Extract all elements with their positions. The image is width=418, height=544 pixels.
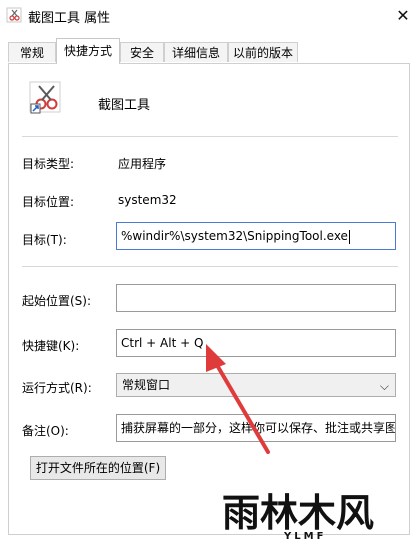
watermark-glyphs: 雨林木风 YLMF xyxy=(222,491,374,542)
close-button[interactable]: ✕ xyxy=(388,0,418,30)
chevron-down-icon: ⌵ xyxy=(379,379,389,393)
svg-text:YLMF: YLMF xyxy=(283,531,326,541)
tab-details[interactable]: 详细信息 xyxy=(164,42,228,62)
svg-text:雨林木风: 雨林木风 xyxy=(222,491,374,535)
target-input[interactable]: %windir%\system32\SnippingTool.exe xyxy=(116,222,396,250)
tab-previous-versions[interactable]: 以前的版本 xyxy=(228,42,298,62)
divider xyxy=(22,136,398,137)
target-input-text: %windir%\system32\SnippingTool.exe xyxy=(121,229,348,243)
target-location-value: system32 xyxy=(118,193,177,207)
title-bar: 截图工具 属性 ✕ xyxy=(0,0,418,30)
start-in-input[interactable] xyxy=(116,284,396,312)
tab-strip: 常规 快捷方式 安全 详细信息 以前的版本 xyxy=(0,38,418,64)
window-title: 截图工具 属性 xyxy=(28,11,111,26)
divider xyxy=(22,266,398,267)
watermark-logo: 雨林木风 YLMF xyxy=(218,488,414,542)
target-type-label: 目标类型: xyxy=(22,157,75,171)
run-select[interactable]: 常规窗口 ⌵ xyxy=(116,373,396,397)
snipping-tool-large-icon xyxy=(29,81,61,114)
tab-general[interactable]: 常规 xyxy=(8,42,56,62)
run-label: 运行方式(R): xyxy=(22,381,92,395)
snipping-tool-icon xyxy=(6,7,22,23)
hotkey-label: 快捷键(K): xyxy=(22,339,80,353)
target-label: 目标(T): xyxy=(22,233,67,247)
text-caret xyxy=(348,229,350,244)
target-type-value: 应用程序 xyxy=(118,157,167,171)
start-in-label: 起始位置(S): xyxy=(22,294,92,308)
open-file-location-button[interactable]: 打开文件所在的位置(F) xyxy=(30,456,166,480)
run-select-value: 常规窗口 xyxy=(122,378,171,392)
close-icon: ✕ xyxy=(396,5,410,25)
target-location-label: 目标位置: xyxy=(22,195,75,209)
tab-shortcut[interactable]: 快捷方式 xyxy=(56,38,120,64)
comment-label: 备注(O): xyxy=(22,424,69,438)
program-name: 截图工具 xyxy=(98,98,151,113)
hotkey-input[interactable]: Ctrl + Alt + Q xyxy=(116,329,396,357)
tab-security[interactable]: 安全 xyxy=(120,42,164,62)
comment-input[interactable]: 捕获屏幕的一部分，这样你可以保存、批注或共享图 xyxy=(116,414,396,442)
